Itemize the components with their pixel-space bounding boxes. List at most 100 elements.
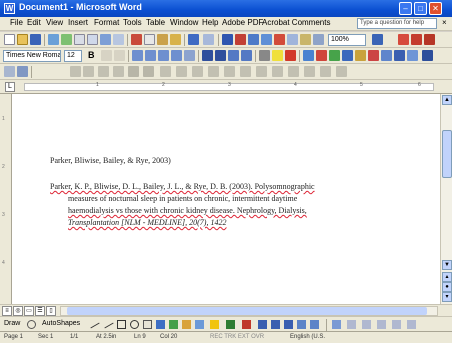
balloons-icon[interactable] [192,66,203,77]
highlight-icon[interactable] [272,50,283,61]
rotate-icon[interactable] [392,320,401,329]
line-color-icon[interactable] [226,320,235,329]
wordart-icon[interactable] [156,320,165,329]
adobe-email-icon[interactable] [411,34,422,45]
track-changes-toggle-icon[interactable] [128,66,139,77]
close-button[interactable]: ✕ [429,2,442,15]
insert-symbol-icon[interactable] [316,50,327,61]
select-objects-icon[interactable] [27,320,36,329]
align-center-icon[interactable] [145,50,156,61]
help-question-input[interactable]: Type a question for help [357,18,437,29]
font-name-select[interactable]: Times New Roman [3,50,61,62]
hscroll-thumb[interactable] [67,307,427,315]
outline-view-icon[interactable]: ☰ [35,306,45,316]
cut-icon[interactable] [131,34,142,45]
maximize-button[interactable]: □ [414,2,427,15]
chart-icon[interactable] [342,50,353,61]
decrease-indent-icon[interactable] [228,50,239,61]
next-page-icon[interactable]: ▾ [442,292,452,302]
menu-help[interactable]: Help [202,18,218,27]
shadow-style-icon[interactable] [297,320,306,329]
insert-table-icon[interactable] [248,34,259,45]
italic-icon[interactable] [101,50,112,61]
mail-merge-icon[interactable] [355,50,366,61]
tables-borders-icon[interactable] [235,34,246,45]
line-icon[interactable] [90,322,100,329]
reading-layout-icon[interactable]: ▯ [46,306,56,316]
web-layout-icon[interactable]: ◎ [13,306,23,316]
ink-annotations-icon[interactable] [320,66,331,77]
menu-edit[interactable]: Edit [27,18,41,27]
drawing-icon[interactable] [287,34,298,45]
close-document-icon[interactable]: × [442,18,447,27]
document-map-icon[interactable] [300,34,311,45]
adobe-review-icon[interactable] [424,34,435,45]
redo-icon[interactable] [203,34,214,45]
align-objects-icon[interactable] [347,320,356,329]
reviewing-icon[interactable] [381,50,392,61]
help-icon[interactable] [422,50,433,61]
research-icon[interactable] [113,34,124,45]
undo-icon[interactable] [188,34,199,45]
scroll-down-icon[interactable]: ▼ [442,260,452,270]
next-change-icon[interactable] [83,66,94,77]
send-review-icon[interactable] [272,66,283,77]
menu-adobe-pdf[interactable]: Adobe PDF [222,18,263,27]
status-language[interactable]: English (U.S. [290,334,325,340]
display-review-icon[interactable] [176,66,187,77]
open-folder-icon[interactable] [17,34,28,45]
paste-icon[interactable] [157,34,168,45]
ink-icon[interactable] [304,66,315,77]
spreadsheet-icon[interactable] [329,50,340,61]
word-app-icon[interactable]: W [4,3,15,14]
previous-change-icon[interactable] [70,66,81,77]
underline-icon[interactable] [114,50,125,61]
minimize-button[interactable]: – [399,2,412,15]
line-spacing-icon[interactable] [184,50,195,61]
arrow-style-icon[interactable] [284,320,293,329]
merge-icon[interactable] [224,66,235,77]
page-text-area[interactable]: Parker, Bliwise, Bailey, & Rye, 2003) Pa… [30,98,426,300]
print-icon[interactable] [74,34,85,45]
spelling-icon[interactable] [100,34,111,45]
end-review-icon[interactable] [288,66,299,77]
flip-icon[interactable] [407,320,416,329]
reject-change-icon[interactable] [113,66,124,77]
vertical-ruler[interactable]: 1 2 3 4 [0,94,12,304]
comment-options-icon[interactable] [17,66,28,77]
format-painter-icon[interactable] [170,34,181,45]
horizontal-ruler[interactable]: L 1 2 3 4 5 6 [0,80,452,94]
menu-view[interactable]: View [46,18,63,27]
grid-icon[interactable] [394,50,405,61]
vertical-scrollbar[interactable]: ▲ ▼ ▴ ● ▾ [440,94,452,304]
menu-format[interactable]: Format [94,18,119,27]
numbering-icon[interactable] [202,50,213,61]
new-document-icon[interactable] [4,34,15,45]
toolbar-options-icon[interactable] [336,66,347,77]
copy-icon[interactable] [144,34,155,45]
previous-page-icon[interactable]: ▴ [442,272,452,282]
status-flags[interactable]: REC TRK EXT OVR [210,334,264,340]
menu-window[interactable]: Window [170,18,198,27]
order-icon[interactable] [377,320,386,329]
track-changes-icon[interactable] [368,50,379,61]
document-page[interactable]: Parker, Bliwise, Bailey, & Rye, 2003) Pa… [12,94,440,304]
align-right-icon[interactable] [158,50,169,61]
scroll-up-icon[interactable]: ▲ [442,95,452,105]
email-icon[interactable] [61,34,72,45]
diagram-icon[interactable] [169,320,178,329]
show-hide-icon[interactable] [313,34,324,45]
increase-indent-icon[interactable] [241,50,252,61]
arrow-icon[interactable] [104,322,114,329]
research-pane-icon[interactable] [303,50,314,61]
outside-border-icon[interactable] [259,50,270,61]
picture-icon[interactable] [195,320,204,329]
tab-selector[interactable]: L [5,82,15,92]
dash-style-icon[interactable] [271,320,280,329]
draw-menu[interactable]: Draw [4,320,20,327]
columns-icon[interactable] [274,34,285,45]
clip-art-icon[interactable] [182,320,191,329]
font-color-icon[interactable] [285,50,296,61]
hanging-indent-icon[interactable] [407,50,418,61]
print-layout-icon[interactable]: ▭ [24,306,34,316]
